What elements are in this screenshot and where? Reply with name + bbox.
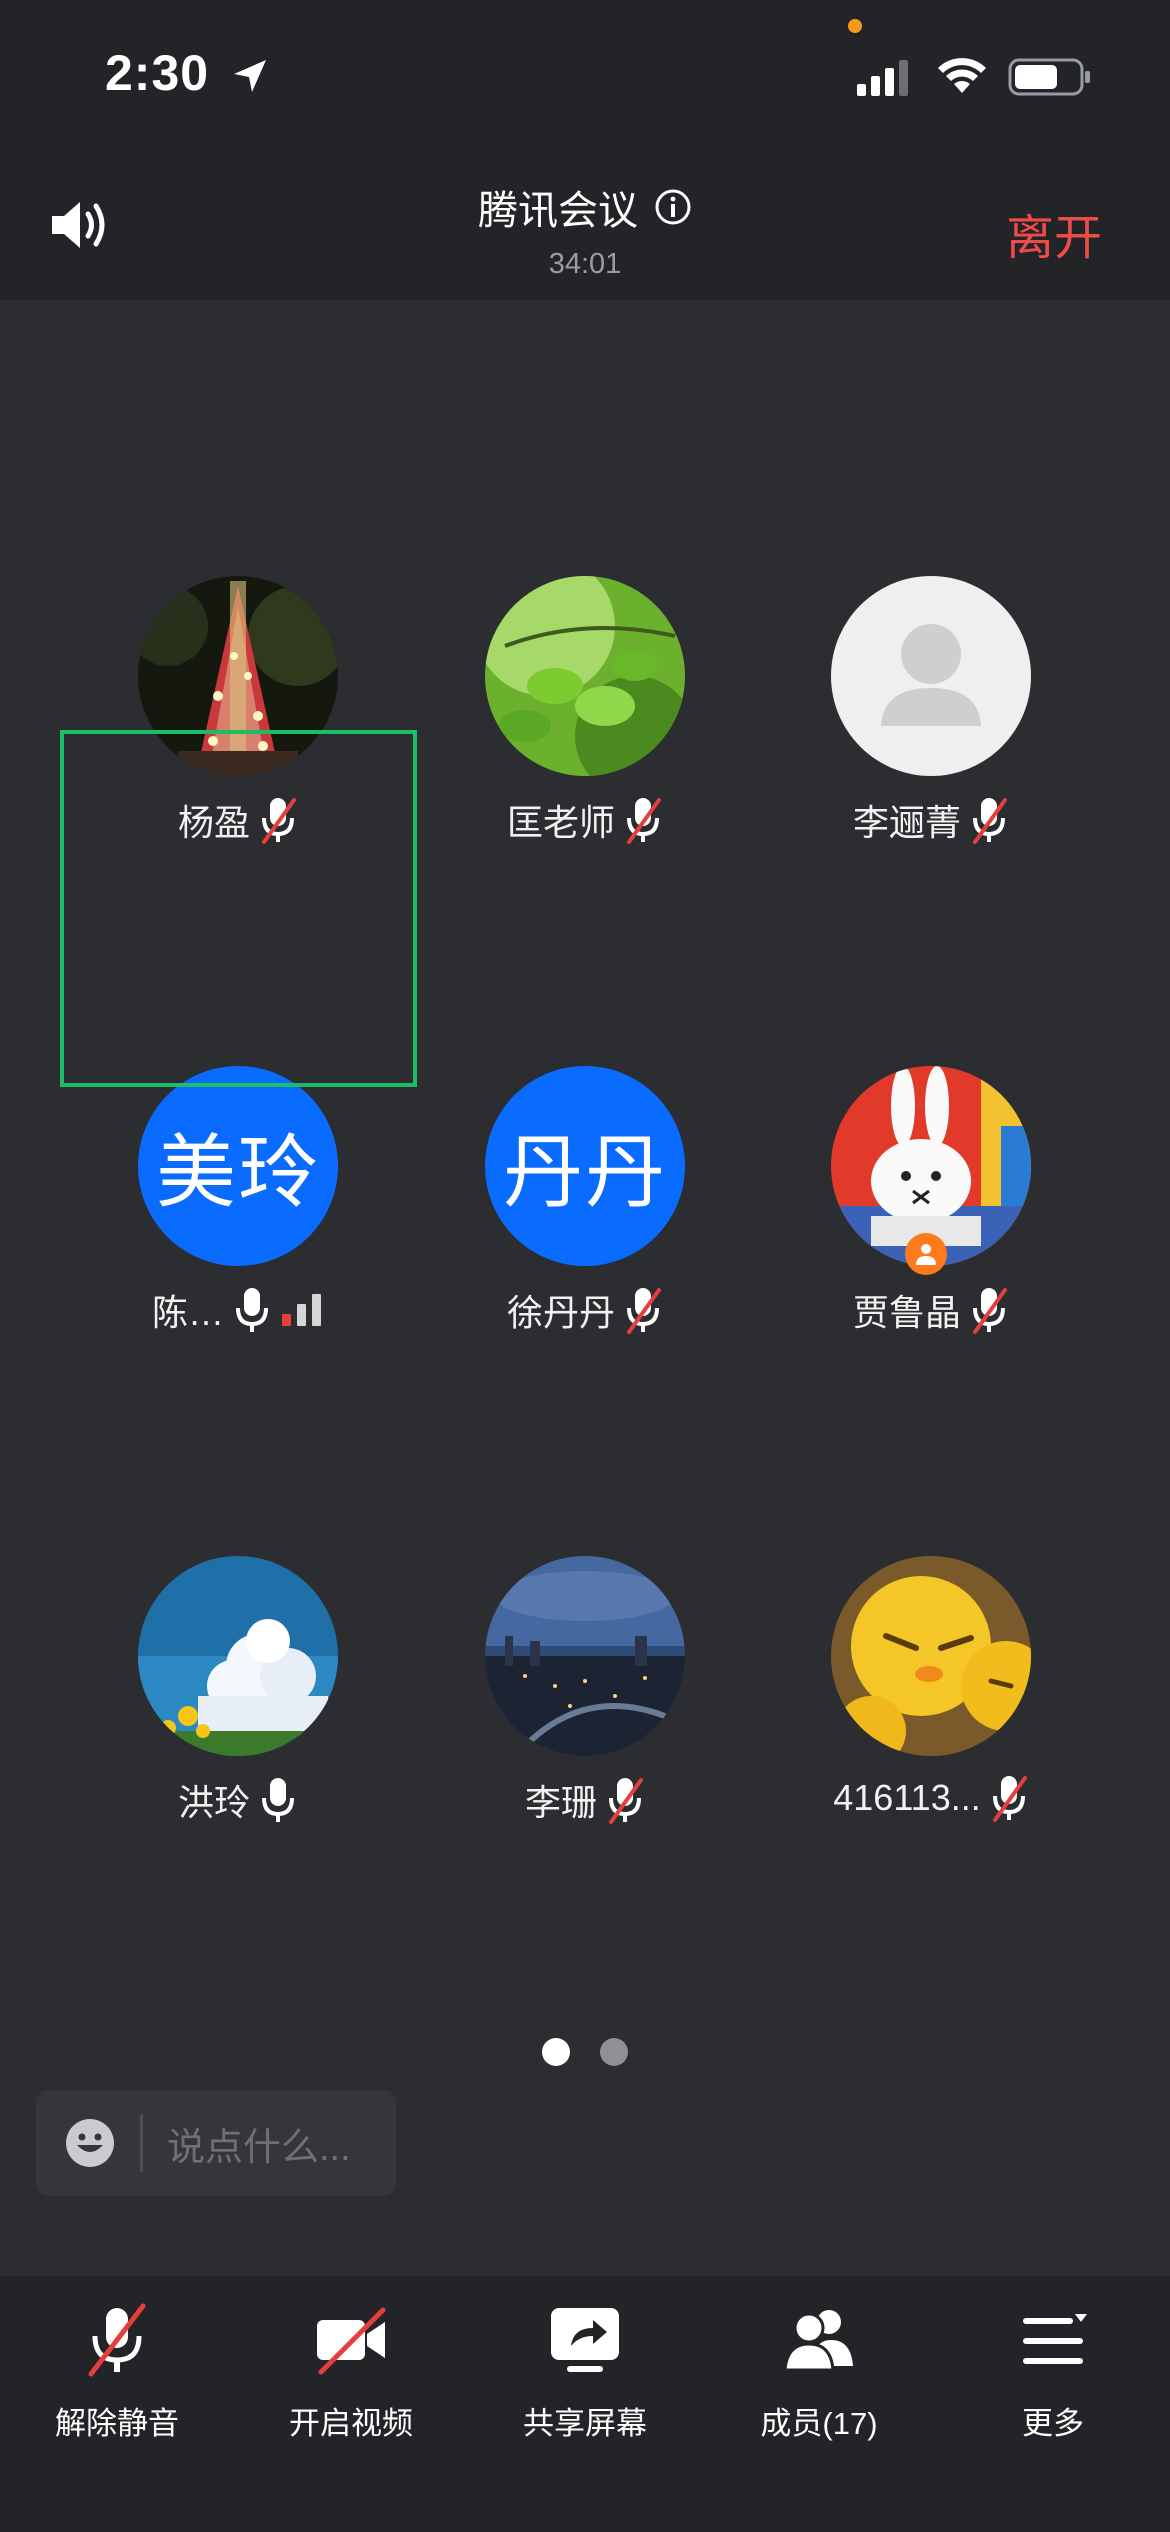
- participant-name: 李逦菁: [852, 802, 961, 843]
- privacy-indicator-dot: [848, 19, 862, 33]
- participant-avatar: [485, 576, 685, 776]
- mic-on-icon: [262, 1778, 294, 1822]
- unmute-label: 解除静音: [55, 2406, 179, 2441]
- meeting-timer: 34:01: [548, 248, 622, 280]
- participant-name: 匡老师: [506, 802, 615, 843]
- active-speaker-frame: [60, 730, 417, 1087]
- video-off-icon: [317, 2307, 386, 2375]
- chat-input[interactable]: 说点什么...: [36, 2090, 396, 2196]
- share-screen-button[interactable]: 共享屏幕: [468, 2300, 702, 2460]
- location-arrow-icon: [234, 60, 266, 92]
- mic-muted-icon: [88, 2303, 146, 2377]
- chat-divider: [140, 2114, 143, 2172]
- participant-name: 陈…: [151, 1292, 224, 1333]
- participant-avatar: [831, 1556, 1031, 1756]
- participant-name: 洪玲: [177, 1782, 250, 1823]
- participant-tile[interactable]: 李逦菁: [756, 576, 1106, 876]
- participant-tile[interactable]: 美玲 陈…: [63, 1066, 413, 1366]
- participant-avatar: [485, 1556, 685, 1756]
- bottom-toolbar: 解除静音 开启视频 共享屏幕 成员(17) 更多: [0, 2276, 1170, 2532]
- members-button[interactable]: 成员(17): [702, 2300, 936, 2460]
- participant-tile[interactable]: 贾鲁晶: [756, 1066, 1106, 1366]
- mic-muted-icon: [973, 1288, 1007, 1334]
- emoji-icon[interactable]: [64, 2117, 116, 2169]
- participant-avatar: 丹丹: [485, 1066, 685, 1266]
- participant-tile[interactable]: 丹丹 徐丹丹: [410, 1066, 760, 1366]
- person-icon: [916, 1244, 936, 1265]
- mic-muted-icon: [627, 1288, 661, 1334]
- participant-label: 陈…: [63, 1284, 413, 1336]
- page-dot-1[interactable]: [542, 2038, 570, 2066]
- participant-name: 李珊: [524, 1782, 597, 1823]
- meeting-title: 腾讯会议: [0, 178, 1170, 236]
- participant-name: 贾鲁晶: [852, 1292, 961, 1333]
- share-screen-icon: [551, 2308, 619, 2372]
- more-label: 更多: [1022, 2406, 1084, 2441]
- mic-muted-icon: [627, 798, 661, 844]
- unmute-button[interactable]: 解除静音: [0, 2300, 234, 2460]
- page-indicator: [0, 2038, 1170, 2066]
- participant-label: 洪玲: [63, 1774, 413, 1826]
- participant-label: 匡老师: [410, 794, 760, 846]
- default-person-avatar: [831, 576, 1031, 776]
- meeting-header: 腾讯会议 34:01 离开: [0, 150, 1170, 300]
- mic-muted-icon: [973, 798, 1007, 844]
- page-dot-2[interactable]: [600, 2038, 628, 2066]
- participant-label: 李逦菁: [756, 794, 1106, 846]
- wifi-icon: [938, 58, 986, 93]
- mic-muted-icon: [992, 1776, 1027, 1822]
- members-icon: [783, 2310, 853, 2372]
- participant-avatar: 美玲: [138, 1066, 338, 1266]
- participant-name: 徐丹丹: [506, 1292, 615, 1333]
- participant-label: 徐丹丹: [410, 1284, 760, 1336]
- participant-avatar: [138, 1556, 338, 1756]
- more-button[interactable]: 更多: [936, 2300, 1170, 2460]
- more-menu-icon: [1023, 2314, 1087, 2364]
- cellular-signal-icon: [857, 60, 908, 96]
- participant-name: 416113...: [833, 1777, 981, 1818]
- leave-button[interactable]: 离开: [1006, 198, 1102, 268]
- chat-placeholder: 说点什么...: [167, 2126, 351, 2169]
- participant-label: 416113...: [756, 1774, 1106, 1822]
- host-badge-icon: [905, 1233, 947, 1275]
- participant-tile[interactable]: 416113...: [756, 1556, 1106, 1856]
- participant-grid: 杨盈 匡老师 李逦菁 美玲 陈… 丹丹 徐丹丹 贾鲁晶 洪玲 李珊 416113…: [0, 300, 1170, 2000]
- participant-label: 李珊: [410, 1774, 760, 1826]
- status-bar: 2:30: [0, 0, 1170, 150]
- members-label: 成员(17): [760, 2406, 878, 2441]
- mic-on-icon: [236, 1288, 268, 1332]
- meeting-title-text: 腾讯会议: [478, 189, 638, 233]
- share-screen-label: 共享屏幕: [523, 2406, 647, 2441]
- participant-tile[interactable]: 李珊: [410, 1556, 760, 1856]
- start-video-button[interactable]: 开启视频: [234, 2300, 468, 2460]
- participant-tile[interactable]: 洪玲: [63, 1556, 413, 1856]
- mic-muted-icon: [609, 1778, 643, 1824]
- participant-label: 贾鲁晶: [756, 1284, 1106, 1336]
- status-time: 2:30: [105, 45, 210, 101]
- participant-tile[interactable]: 匡老师: [410, 576, 760, 876]
- network-signal-icon: [282, 1294, 321, 1326]
- battery-icon: [1008, 58, 1090, 96]
- top-bar: 2:30 腾讯会议 34:01 离开: [0, 0, 1170, 300]
- start-video-label: 开启视频: [289, 2406, 413, 2441]
- info-icon[interactable]: [654, 188, 692, 226]
